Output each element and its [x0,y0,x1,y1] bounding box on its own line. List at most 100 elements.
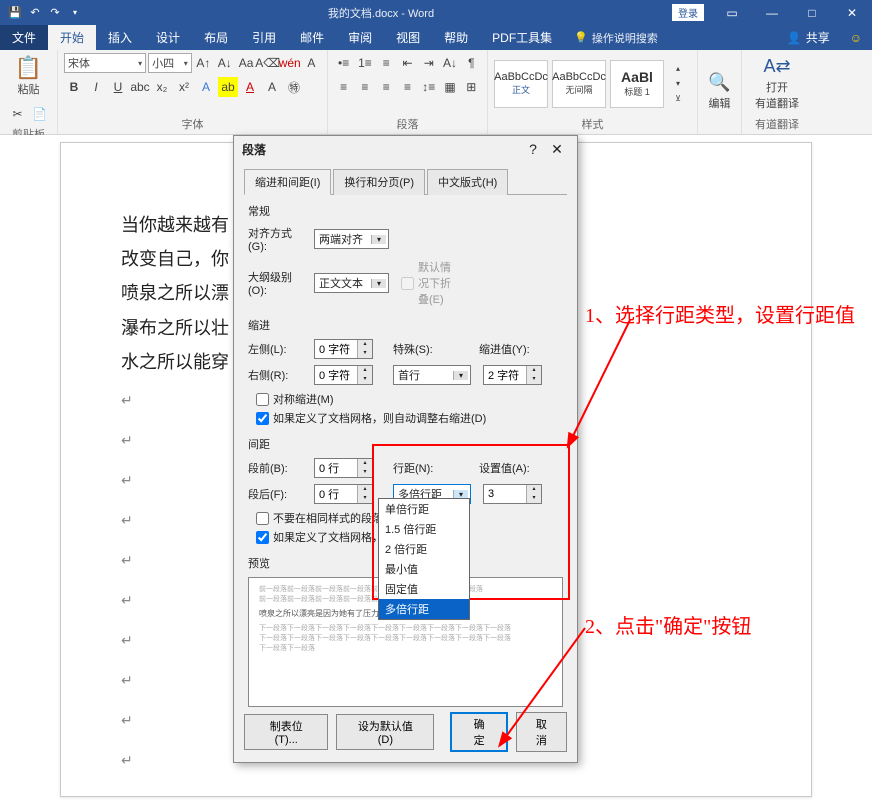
shrink-font-icon[interactable]: A↓ [215,53,234,73]
char-border-icon[interactable]: A [302,53,321,73]
alignment-combo[interactable]: 两端对齐▾ [314,229,389,249]
share-button[interactable]: 👤 共享 [777,25,840,50]
space-after-spinner[interactable]: ▴▾ [314,484,373,504]
option-multiple[interactable]: 多倍行距 [379,599,469,619]
phonetic-icon[interactable]: wén [280,53,300,73]
space-before-spinner[interactable]: ▴▾ [314,458,373,478]
minimize-icon[interactable]: — [752,0,792,25]
set-value-spinner[interactable]: ▴▾ [483,484,542,504]
style-heading1[interactable]: AaBl 标题 1 [610,60,664,108]
char-shading-icon[interactable]: A [262,77,282,97]
translate-button[interactable]: A⇄ 打开 有道翻译 [749,54,805,113]
tab-insert[interactable]: 插入 [96,25,144,50]
login-button[interactable]: 登录 [672,4,704,21]
text-effects-icon[interactable]: A [196,77,216,97]
undo-icon[interactable]: ↶ [26,4,44,22]
option-fixed[interactable]: 固定值 [379,579,469,599]
cancel-button[interactable]: 取消 [516,712,567,752]
option-single[interactable]: 单倍行距 [379,499,469,519]
tab-view[interactable]: 视图 [384,25,432,50]
indent-by-spinner[interactable]: ▴▾ [483,365,542,385]
style-normal[interactable]: AaBbCcDc 正文 [494,60,548,108]
align-left-icon[interactable]: ≡ [334,77,353,97]
smiley-icon[interactable]: ☺ [840,25,872,50]
qat-dropdown-icon[interactable]: ▾ [66,4,84,22]
shading-icon[interactable]: ▦ [440,77,459,97]
tab-line-page[interactable]: 换行和分页(P) [333,169,425,195]
tab-file[interactable]: 文件 [0,25,48,50]
tab-asian[interactable]: 中文版式(H) [427,169,508,195]
edit-button[interactable]: 🔍 编辑 [702,70,736,113]
save-icon[interactable]: 💾 [6,4,24,22]
line-spacing-icon[interactable]: ↕≡ [419,77,438,97]
decrease-indent-icon[interactable]: ⇤ [398,53,417,73]
outline-combo[interactable]: 正文文本▾ [314,273,389,293]
auto-adjust-checkbox[interactable] [256,412,269,425]
tab-references[interactable]: 引用 [240,25,288,50]
bullets-icon[interactable]: •≡ [334,53,353,73]
set-default-button[interactable]: 设为默认值(D) [336,714,434,750]
indent-right-spinner[interactable]: ▴▾ [314,365,373,385]
italic-icon[interactable]: I [86,77,106,97]
tab-indent-spacing[interactable]: 缩进和间距(I) [244,169,331,195]
styles-more-icon[interactable]: ⊻ [668,92,688,106]
indent-left-spinner[interactable]: ▴▾ [314,339,373,359]
help-icon[interactable]: ? [521,141,545,157]
tab-layout[interactable]: 布局 [192,25,240,50]
option-1-5[interactable]: 1.5 倍行距 [379,519,469,539]
tab-home[interactable]: 开始 [48,25,96,50]
subscript-icon[interactable]: x₂ [152,77,172,97]
superscript-icon[interactable]: x² [174,77,194,97]
align-center-icon[interactable]: ≡ [355,77,374,97]
ok-button[interactable]: 确定 [450,712,507,752]
no-space-checkbox[interactable] [256,512,269,525]
collapse-checkbox[interactable] [401,277,414,290]
paragraph-group: •≡ 1≡ ≡ ⇤ ⇥ A↓ ¶ ≡ ≡ ≡ ≡ ↕≡ ▦ ⊞ 段落 [328,50,488,134]
highlight-icon[interactable]: ab [218,77,238,97]
cut-icon[interactable]: ✂ [8,104,28,124]
align-right-icon[interactable]: ≡ [377,77,396,97]
annotation-text-2: 2、点击"确定"按钮 [585,610,865,639]
tab-pdf[interactable]: PDF工具集 [480,25,564,50]
numbering-icon[interactable]: 1≡ [355,53,374,73]
option-double[interactable]: 2 倍行距 [379,539,469,559]
grow-font-icon[interactable]: A↑ [194,53,213,73]
special-indent-combo[interactable]: 首行▾ [393,365,471,385]
mirror-indent-checkbox[interactable] [256,393,269,406]
ribbon-options-icon[interactable]: ▭ [712,0,752,25]
redo-icon[interactable]: ↷ [46,4,64,22]
borders-icon[interactable]: ⊞ [462,77,481,97]
styles-down-icon[interactable]: ▾ [668,77,688,91]
close-dialog-icon[interactable]: ✕ [545,141,569,158]
dialog-titlebar[interactable]: 段落 ? ✕ [234,136,577,162]
clear-format-icon[interactable]: A⌫ [258,53,278,73]
option-min[interactable]: 最小值 [379,559,469,579]
font-color-icon[interactable]: A [240,77,260,97]
show-marks-icon[interactable]: ¶ [462,53,481,73]
font-size-combo[interactable]: 小四▾ [148,53,192,73]
font-name-combo[interactable]: 宋体▾ [64,53,146,73]
underline-icon[interactable]: U [108,77,128,97]
tell-me-search[interactable]: 💡 操作说明搜索 [564,25,668,50]
maximize-icon[interactable]: □ [792,0,832,25]
justify-icon[interactable]: ≡ [398,77,417,97]
sort-icon[interactable]: A↓ [440,53,459,73]
style-nospacing[interactable]: AaBbCcDc 无间隔 [552,60,606,108]
paste-button[interactable]: 📋 粘贴 [11,53,46,99]
snap-grid-checkbox[interactable] [256,531,269,544]
tab-mailings[interactable]: 邮件 [288,25,336,50]
increase-indent-icon[interactable]: ⇥ [419,53,438,73]
close-icon[interactable]: ✕ [832,0,872,25]
tab-help[interactable]: 帮助 [432,25,480,50]
tab-review[interactable]: 审阅 [336,25,384,50]
tabs-button[interactable]: 制表位(T)... [244,714,328,750]
copy-icon[interactable]: 📄 [30,104,50,124]
tab-design[interactable]: 设计 [144,25,192,50]
change-case-icon[interactable]: Aa [236,53,255,73]
window-controls: 登录 ▭ — □ ✕ [672,0,872,25]
styles-up-icon[interactable]: ▴ [668,62,688,76]
enclose-icon[interactable]: ㊕ [284,77,304,97]
strikethrough-icon[interactable]: abc [130,77,150,97]
bold-icon[interactable]: B [64,77,84,97]
multilevel-icon[interactable]: ≡ [377,53,396,73]
